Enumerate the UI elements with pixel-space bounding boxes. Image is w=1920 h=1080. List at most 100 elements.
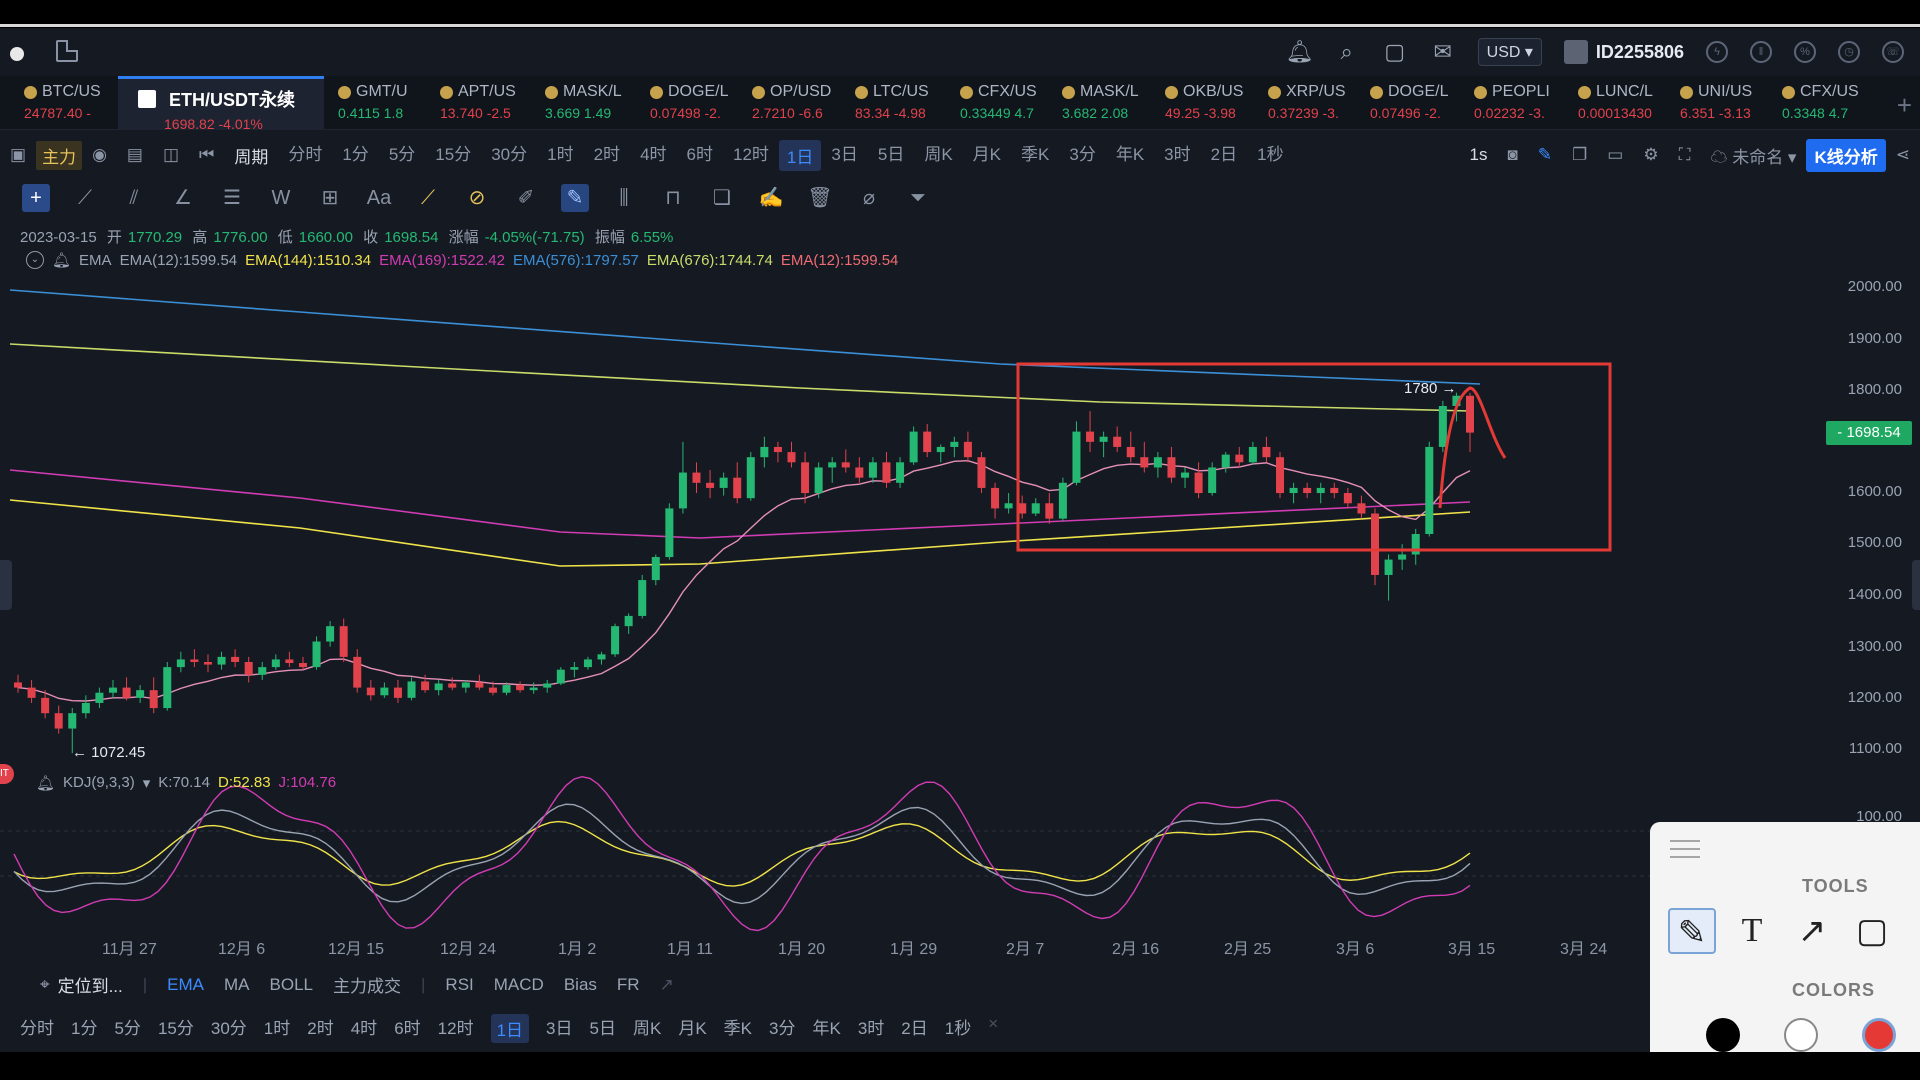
- clone-icon[interactable]: ❏: [708, 184, 736, 212]
- locate-icon[interactable]: ⌖: [40, 975, 50, 995]
- bottom-period-8[interactable]: 6时: [394, 1014, 420, 1043]
- kdj-bell-icon[interactable]: 🔔︎: [36, 774, 55, 792]
- symbol-tab[interactable]: GMT/U 0.4115 1.8: [338, 76, 433, 130]
- search-icon[interactable]: ⌕: [1334, 39, 1360, 65]
- symbol-tab[interactable]: PEOPLI 0.02232 -3.: [1474, 76, 1570, 130]
- indicator-ema[interactable]: EMA: [167, 975, 204, 995]
- trash-icon[interactable]: 🗑︎: [806, 184, 834, 212]
- bottom-period-5[interactable]: 1时: [264, 1014, 290, 1043]
- bottom-period-20[interactable]: 1秒: [945, 1014, 971, 1043]
- layout-name[interactable]: ☁ 未命名 ▾: [1700, 143, 1806, 168]
- grid-icon[interactable]: ◫: [153, 145, 189, 165]
- bottom-period-15[interactable]: 季K: [724, 1014, 752, 1043]
- screen-icon[interactable]: ▭: [1597, 145, 1633, 165]
- bottom-period-16[interactable]: 3分: [769, 1014, 795, 1043]
- ema-bell-icon[interactable]: 🔔︎: [52, 251, 71, 269]
- settings-icon[interactable]: ⚙: [1633, 145, 1668, 165]
- pause-icon[interactable]: ‖: [1750, 41, 1772, 63]
- period-8[interactable]: 6时: [677, 140, 723, 171]
- bottom-period-10[interactable]: 1日: [490, 1014, 530, 1043]
- rectangle-tool-icon[interactable]: ▢: [1848, 908, 1896, 954]
- color-red[interactable]: [1862, 1018, 1896, 1052]
- gift-icon[interactable]: ▢: [1382, 39, 1408, 65]
- period-3[interactable]: 15分: [425, 140, 481, 171]
- bottom-period-2[interactable]: 5分: [114, 1014, 140, 1043]
- period-15[interactable]: 季K: [1011, 140, 1059, 171]
- kdj-name[interactable]: KDJ(9,3,3): [63, 774, 135, 792]
- magnet-icon[interactable]: ✎: [561, 184, 589, 212]
- period-0[interactable]: 分时: [278, 140, 332, 171]
- calendar-icon[interactable]: ▤: [117, 145, 153, 165]
- color-black[interactable]: [1706, 1018, 1740, 1052]
- indicator-boll[interactable]: BOLL: [270, 975, 313, 995]
- indicator-ma[interactable]: MA: [224, 975, 250, 995]
- period-14[interactable]: 月K: [963, 140, 1011, 171]
- bottom-period-7[interactable]: 4时: [351, 1014, 377, 1043]
- percent-icon[interactable]: %: [1794, 41, 1816, 63]
- bottom-period-6[interactable]: 2时: [307, 1014, 333, 1043]
- symbol-tab[interactable]: MASK/L 3.682 2.08: [1062, 76, 1158, 130]
- period-18[interactable]: 3时: [1154, 140, 1200, 171]
- user-account[interactable]: ID2255806: [1563, 40, 1684, 64]
- symbol-tab[interactable]: XRP/US 0.37239 -3.: [1268, 76, 1364, 130]
- candle-pattern-icon[interactable]: ⫼: [610, 184, 638, 212]
- clock-icon[interactable]: ◷: [1838, 41, 1860, 63]
- kline-analysis-button[interactable]: K线分析: [1806, 138, 1886, 172]
- period-16[interactable]: 3分: [1059, 140, 1105, 171]
- trendline-icon[interactable]: ⟋: [71, 184, 99, 212]
- kdj-dropdown-icon[interactable]: ▾: [143, 774, 151, 792]
- period-6[interactable]: 2时: [584, 140, 630, 171]
- fib-icon[interactable]: ⟋: [414, 184, 442, 212]
- indicator-bias[interactable]: Bias: [564, 975, 597, 995]
- indicator-fr[interactable]: FR: [617, 975, 640, 995]
- bottom-period-12[interactable]: 5日: [590, 1014, 616, 1043]
- text-tool-icon[interactable]: Aa: [365, 184, 393, 212]
- bottom-period-17[interactable]: 年K: [812, 1014, 840, 1043]
- bottom-period-0[interactable]: 分时: [20, 1014, 54, 1043]
- parallel-channel-icon[interactable]: ⫽: [120, 184, 148, 212]
- left-drawer-handle[interactable]: [0, 560, 12, 610]
- share-icon[interactable]: ⋖: [1886, 145, 1920, 165]
- alert-icon[interactable]: ◉: [82, 145, 117, 165]
- bottom-period-11[interactable]: 3日: [546, 1014, 572, 1043]
- symbol-tab[interactable]: DOGE/L 0.07498 -2.: [650, 76, 746, 130]
- filter-icon[interactable]: ⏷: [904, 184, 932, 212]
- angle-icon[interactable]: ∠: [169, 184, 197, 212]
- indicator-macd[interactable]: MACD: [494, 975, 544, 995]
- period-13[interactable]: 周K: [914, 140, 962, 171]
- text-tool-icon[interactable]: T: [1728, 908, 1776, 954]
- symbol-tab[interactable]: CFX/US 0.33449 4.7: [960, 76, 1056, 130]
- period-10[interactable]: 1日: [778, 139, 822, 171]
- bottom-period-3[interactable]: 15分: [158, 1014, 194, 1043]
- close-icon[interactable]: ×: [988, 1014, 998, 1043]
- period-1[interactable]: 1分: [332, 140, 378, 171]
- layout-icon[interactable]: ▣: [0, 145, 36, 165]
- indicator-rsi[interactable]: RSI: [445, 975, 473, 995]
- symbol-tab[interactable]: OP/USD 2.7210 -6.6: [752, 76, 848, 130]
- ema-name[interactable]: EMA: [79, 252, 112, 269]
- symbol-tab[interactable]: UNI/US 6.351 -3.13: [1680, 76, 1776, 130]
- lock-icon[interactable]: ⊓: [659, 184, 687, 212]
- add-tab-icon[interactable]: +: [1897, 90, 1912, 121]
- symbol-tab[interactable]: CFX/US 0.3348 4.7: [1782, 76, 1878, 130]
- symbol-tab[interactable]: OKB/US 49.25 -3.98: [1165, 76, 1261, 130]
- bottom-period-13[interactable]: 周K: [633, 1014, 661, 1043]
- symbol-tab[interactable]: ETH/USDT永续 1698.82 -4.01%: [118, 76, 324, 132]
- locate-button[interactable]: 定位到...: [58, 972, 123, 997]
- bottom-period-1[interactable]: 1分: [71, 1014, 97, 1043]
- camera-icon[interactable]: ◙: [1497, 145, 1527, 165]
- interval-label[interactable]: 1s: [1460, 145, 1498, 165]
- symbol-tab[interactable]: DOGE/L 0.07496 -2.: [1370, 76, 1466, 130]
- color-white[interactable]: [1784, 1018, 1818, 1052]
- phone-icon[interactable]: ☏: [1882, 41, 1904, 63]
- bottom-period-4[interactable]: 30分: [211, 1014, 247, 1043]
- symbol-tab[interactable]: LTC/US 83.34 -4.98: [855, 76, 951, 130]
- period-menu[interactable]: 周期: [224, 143, 278, 168]
- measure-box-icon[interactable]: ⊞: [316, 184, 344, 212]
- bottom-period-14[interactable]: 月K: [678, 1014, 706, 1043]
- symbol-tab[interactable]: APT/US 13.740 -2.5: [440, 76, 536, 130]
- period-20[interactable]: 1秒: [1247, 140, 1293, 171]
- pen-tool-icon[interactable]: ✎: [1668, 908, 1716, 954]
- lightning-icon[interactable]: ϟ: [1706, 41, 1728, 63]
- copy-icon[interactable]: ❐: [1562, 145, 1597, 165]
